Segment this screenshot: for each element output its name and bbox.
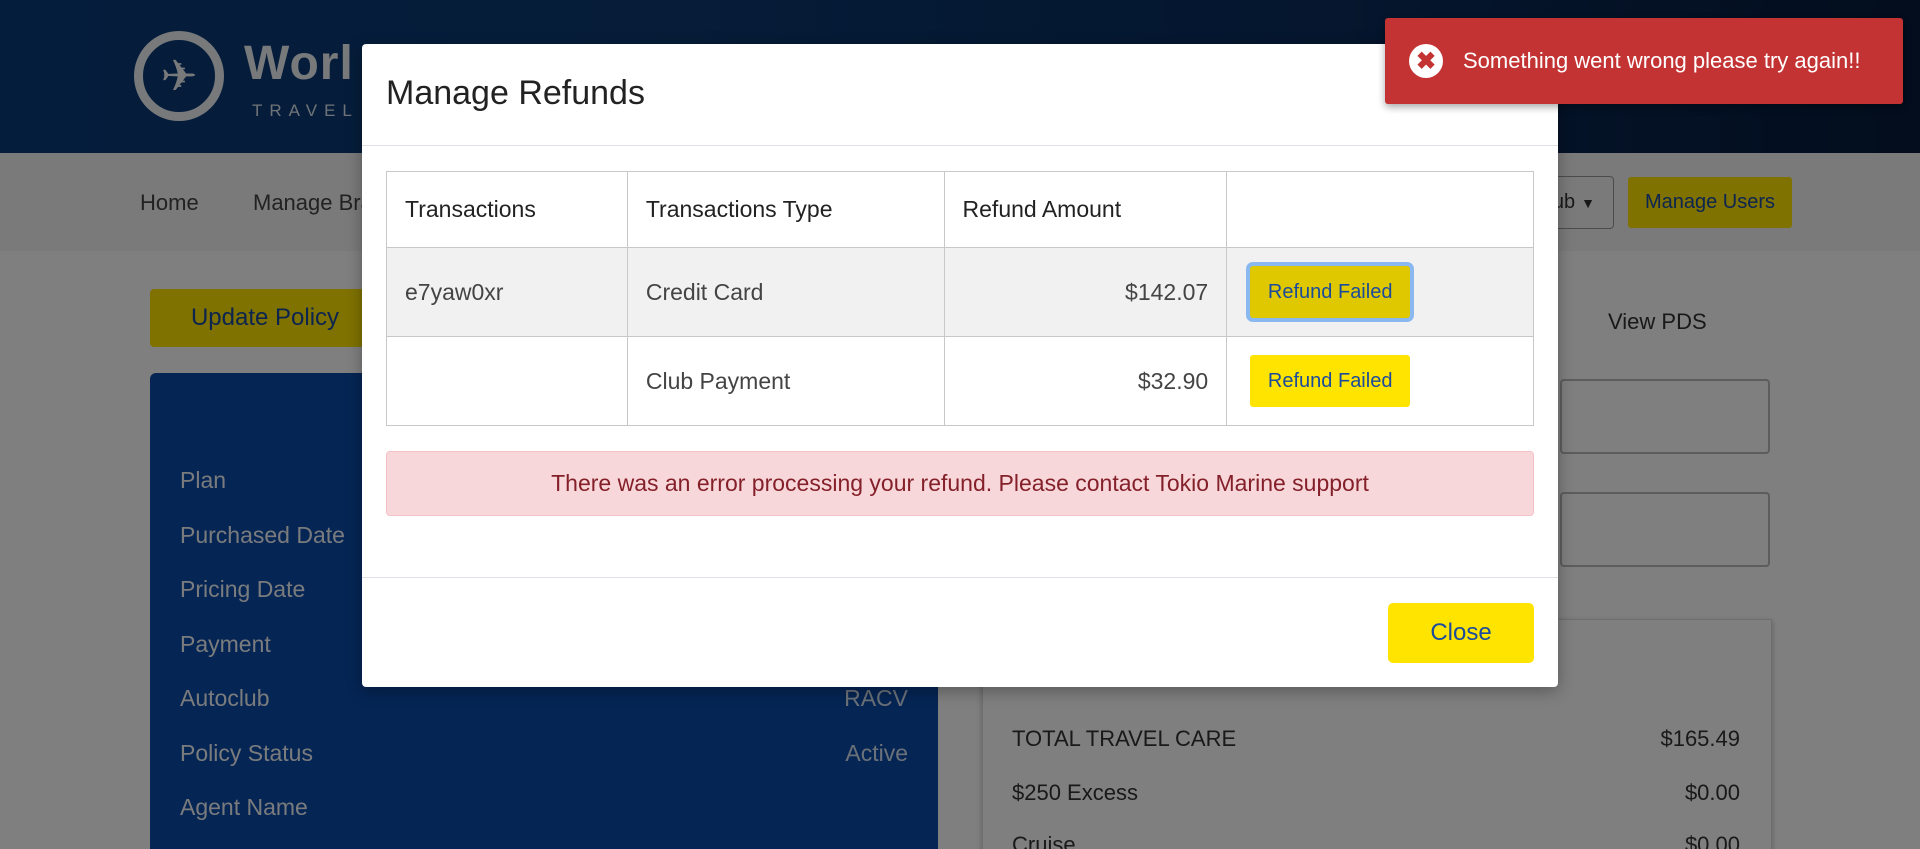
column-header-refund-amount: Refund Amount — [943, 171, 1228, 248]
error-x-icon: ✖ — [1409, 44, 1443, 78]
transaction-id — [386, 336, 628, 426]
refund-failed-button[interactable]: Refund Failed — [1250, 355, 1411, 407]
manage-refunds-modal: Manage Refunds Transactions Transactions… — [362, 44, 1558, 687]
modal-header: Manage Refunds — [362, 44, 1558, 146]
modal-title: Manage Refunds — [386, 74, 645, 112]
action-cell: Refund Failed — [1226, 336, 1534, 426]
action-cell: Refund Failed — [1226, 247, 1534, 337]
refund-amount: $32.90 — [943, 336, 1228, 426]
refund-amount: $142.07 — [943, 247, 1228, 337]
error-toast[interactable]: ✖ Something went wrong please try again!… — [1385, 18, 1903, 104]
column-header-transactions: Transactions — [386, 171, 628, 248]
table-row: Club Payment $32.90 Refund Failed — [386, 336, 1534, 426]
column-header-transactions-type: Transactions Type — [626, 171, 945, 248]
transaction-type: Club Payment — [626, 336, 945, 426]
column-header-actions — [1226, 171, 1534, 248]
table-header-row: Transactions Transactions Type Refund Am… — [386, 171, 1534, 248]
transaction-type: Credit Card — [626, 247, 945, 337]
modal-footer: Close — [362, 577, 1558, 687]
transaction-id: e7yaw0xr — [386, 247, 628, 337]
refunds-table: Transactions Transactions Type Refund Am… — [386, 171, 1534, 426]
refund-failed-button[interactable]: Refund Failed — [1250, 266, 1411, 318]
toast-message: Something went wrong please try again!! — [1463, 48, 1861, 73]
table-row: e7yaw0xr Credit Card $142.07 Refund Fail… — [386, 247, 1534, 337]
refund-error-alert: There was an error processing your refun… — [386, 451, 1534, 516]
close-button[interactable]: Close — [1388, 603, 1534, 663]
